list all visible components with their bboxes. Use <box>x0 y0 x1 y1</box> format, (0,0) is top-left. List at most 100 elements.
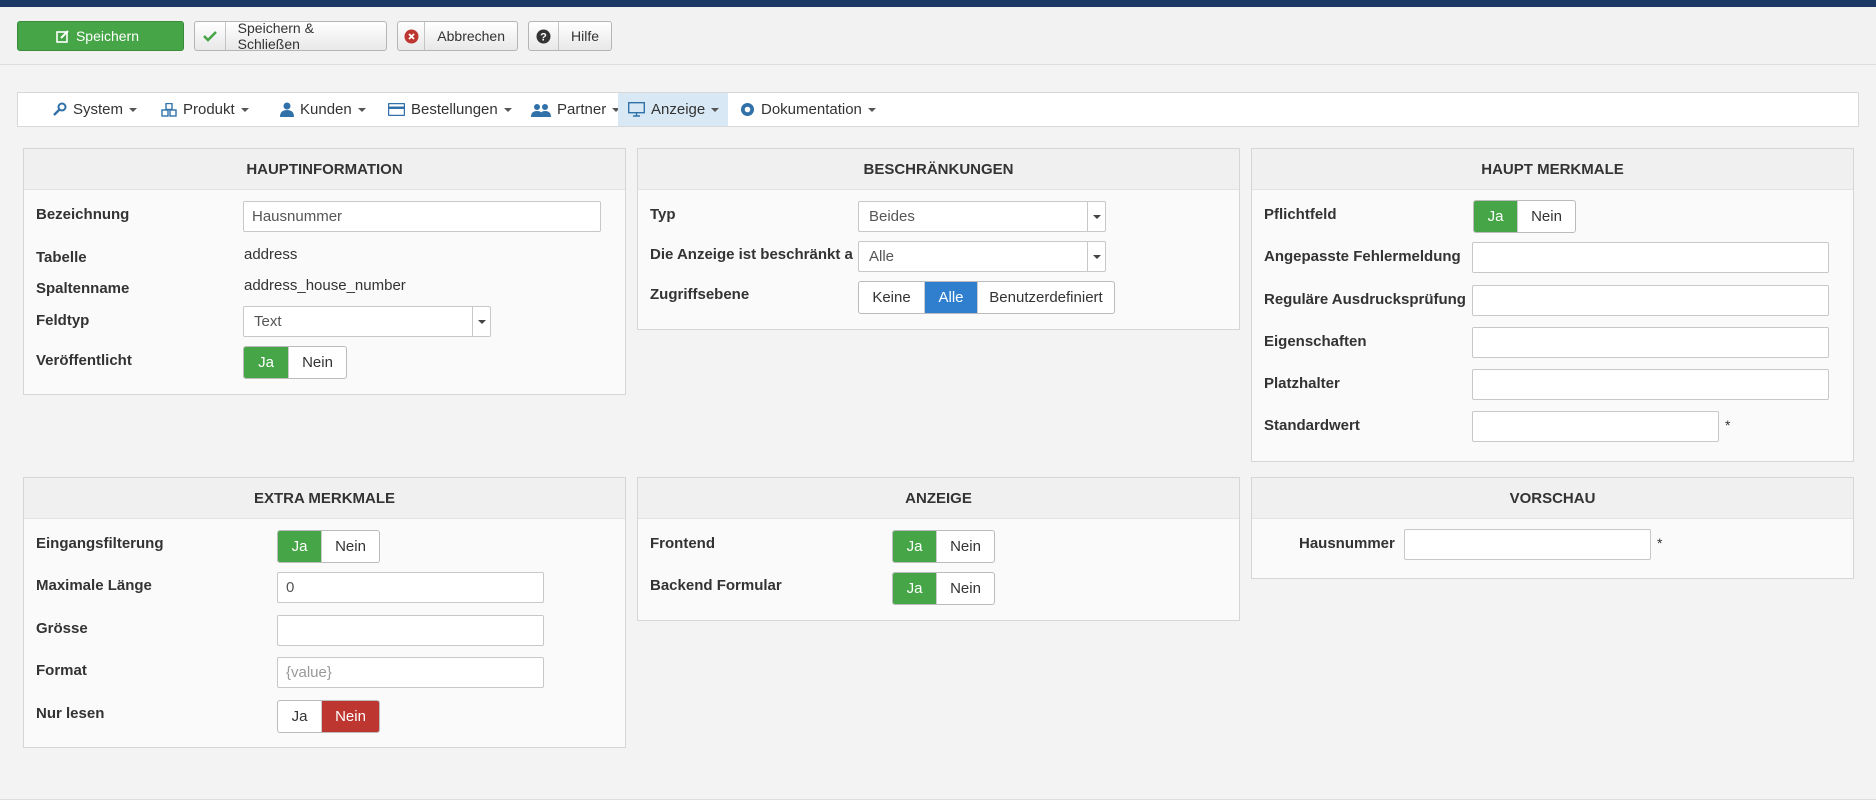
panel-vorschau: VORSCHAU Hausnummer * <box>1251 477 1854 579</box>
pflichtfeld-label: Pflichtfeld <box>1264 206 1337 223</box>
wrench-icon <box>52 102 67 117</box>
spaltenname-value: address_house_number <box>244 277 406 294</box>
anzeige-beschraenkt-label: Die Anzeige ist beschränkt a <box>650 246 853 263</box>
panel-title: ANZEIGE <box>638 478 1239 519</box>
pflichtfeld-ja-button[interactable]: Ja <box>1474 201 1518 232</box>
format-input[interactable]: {value} <box>277 657 544 688</box>
menu-dokumentation-label: Dokumentation <box>761 101 862 118</box>
frontend-ja-button[interactable]: Ja <box>893 531 937 562</box>
lifebuoy-icon <box>740 102 755 117</box>
chevron-down-icon <box>357 107 366 112</box>
vorschau-hausnummer-label: Hausnummer <box>1299 535 1395 552</box>
tabelle-value: address <box>244 246 298 263</box>
credit-card-icon <box>388 103 405 116</box>
chevron-down-icon <box>711 107 720 112</box>
bezeichnung-input[interactable]: Hausnummer <box>243 201 601 232</box>
chevron-down-icon <box>240 107 249 112</box>
maxlaenge-input[interactable]: 0 <box>277 572 544 603</box>
standardwert-input[interactable] <box>1472 411 1719 442</box>
main-menu: System Produkt Kunden Bestellungen Partn… <box>17 92 1859 127</box>
eingangsfilterung-ja-button[interactable]: Ja <box>278 531 322 562</box>
check-icon <box>195 22 226 50</box>
cubes-icon <box>161 102 177 117</box>
menu-kunden-label: Kunden <box>300 101 352 118</box>
required-star: * <box>1657 535 1663 551</box>
nurlesen-ja-button[interactable]: Ja <box>278 701 322 732</box>
nurlesen-label: Nur lesen <box>36 705 105 722</box>
eingangsfilterung-label: Eingangsfilterung <box>36 535 164 552</box>
monitor-icon <box>628 102 645 117</box>
zugriff-benutzerdefiniert-button[interactable]: Benutzerdefiniert <box>978 282 1114 313</box>
cancel-button[interactable]: Abbrechen <box>397 21 518 51</box>
eingangsfilterung-nein-button[interactable]: Nein <box>322 531 379 562</box>
zugriff-alle-button[interactable]: Alle <box>925 282 978 313</box>
frontend-nein-button[interactable]: Nein <box>937 531 994 562</box>
backend-ja-button[interactable]: Ja <box>893 573 937 604</box>
menu-system-label: System <box>73 101 124 118</box>
platzhalter-input[interactable] <box>1472 369 1829 400</box>
anzeige-beschraenkt-select[interactable]: Alle <box>858 241 1106 272</box>
panel-anzeige: ANZEIGE Frontend Ja Nein Backend Formula… <box>637 477 1240 621</box>
typ-label: Typ <box>650 206 676 223</box>
panel-hauptinformation: HAUPTINFORMATION Bezeichnung Hausnummer … <box>23 148 626 395</box>
menu-kunden[interactable]: Kunden <box>270 93 376 126</box>
zugriff-keine-button[interactable]: Keine <box>859 282 925 313</box>
eigenschaften-label: Eigenschaften <box>1264 333 1367 350</box>
panel-title: EXTRA MERKMALE <box>24 478 625 519</box>
cancel-label: Abbrechen <box>437 28 505 44</box>
backend-toggle: Ja Nein <box>892 572 995 605</box>
users-icon <box>531 103 551 117</box>
help-label: Hilfe <box>570 28 599 44</box>
toolbar: Speichern Speichern & Schließen Abbreche… <box>0 7 1876 65</box>
nurlesen-nein-button[interactable]: Nein <box>322 701 379 732</box>
menu-system[interactable]: System <box>42 93 147 126</box>
groesse-input[interactable] <box>277 615 544 646</box>
menu-anzeige[interactable]: Anzeige <box>618 93 728 126</box>
chevron-down-icon <box>129 107 138 112</box>
menu-bestellungen[interactable]: Bestellungen <box>378 93 522 126</box>
menu-produkt-label: Produkt <box>183 101 235 118</box>
backend-nein-button[interactable]: Nein <box>937 573 994 604</box>
backend-label: Backend Formular <box>650 577 782 594</box>
groesse-label: Grösse <box>36 620 88 637</box>
eigenschaften-input[interactable] <box>1472 327 1829 358</box>
chevron-down-icon <box>503 107 512 112</box>
menu-partner-label: Partner <box>557 101 607 118</box>
fehlermeldung-input[interactable] <box>1472 242 1829 273</box>
menu-partner[interactable]: Partner <box>521 93 630 126</box>
panel-title: HAUPT MERKMALE <box>1252 149 1853 190</box>
panel-haupt-merkmale: HAUPT MERKMALE Pflichtfeld Ja Nein Angep… <box>1251 148 1854 462</box>
pflichtfeld-nein-button[interactable]: Nein <box>1518 201 1575 232</box>
question-circle-icon: ? <box>529 22 559 50</box>
svg-text:?: ? <box>540 31 547 43</box>
zugriffsebene-label: Zugriffsebene <box>650 286 750 303</box>
panel-title: VORSCHAU <box>1252 478 1853 519</box>
panel-title: HAUPTINFORMATION <box>24 149 625 190</box>
typ-select-value: Beides <box>869 208 915 225</box>
save-close-button[interactable]: Speichern & Schließen <box>194 21 387 51</box>
format-label: Format <box>36 662 87 679</box>
frontend-toggle: Ja Nein <box>892 530 995 563</box>
menu-produkt[interactable]: Produkt <box>151 93 259 126</box>
edit-icon <box>56 22 76 50</box>
regex-input[interactable] <box>1472 285 1829 316</box>
eingangsfilterung-toggle: Ja Nein <box>277 530 380 563</box>
save-button[interactable]: Speichern <box>17 21 184 51</box>
typ-select[interactable]: Beides <box>858 201 1106 232</box>
chevron-down-icon <box>472 307 490 336</box>
help-button[interactable]: ? Hilfe <box>528 21 612 51</box>
feldtyp-select[interactable]: Text <box>243 306 491 337</box>
vorschau-hausnummer-input[interactable] <box>1404 529 1651 560</box>
panel-beschraenkungen: BESCHRÄNKUNGEN Typ Beides Die Anzeige is… <box>637 148 1240 330</box>
chevron-down-icon <box>1087 242 1105 271</box>
veroeffentlicht-nein-button[interactable]: Nein <box>289 347 346 378</box>
chevron-down-icon <box>867 107 876 112</box>
pflichtfeld-toggle: Ja Nein <box>1473 200 1576 233</box>
standardwert-label: Standardwert <box>1264 417 1360 434</box>
save-close-label: Speichern & Schließen <box>237 21 314 51</box>
menu-dokumentation[interactable]: Dokumentation <box>730 93 886 126</box>
veroeffentlicht-toggle: Ja Nein <box>243 346 347 379</box>
menu-anzeige-label: Anzeige <box>651 101 706 118</box>
feldtyp-label: Feldtyp <box>36 312 90 329</box>
veroeffentlicht-ja-button[interactable]: Ja <box>244 347 289 378</box>
